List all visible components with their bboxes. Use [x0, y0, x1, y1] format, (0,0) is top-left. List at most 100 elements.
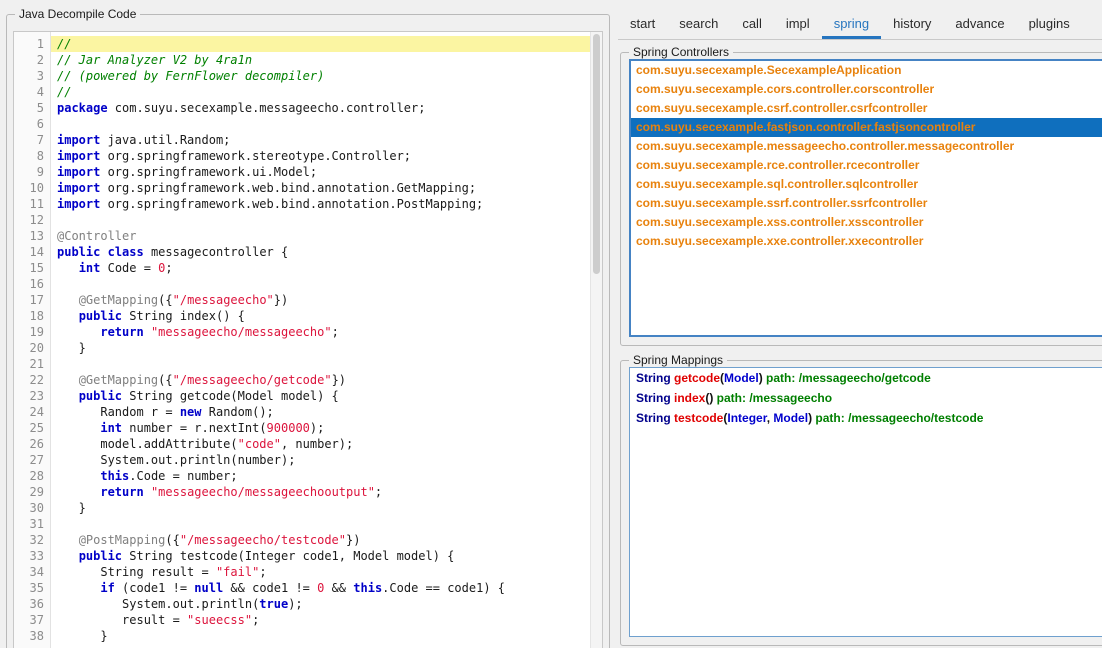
scrollbar-thumb[interactable] — [593, 34, 600, 274]
line-number: 29 — [29, 485, 44, 499]
decompile-panel-title: Java Decompile Code — [15, 7, 141, 22]
line-number: 28 — [29, 469, 44, 483]
code-line[interactable]: // (powered by FernFlower decompiler) — [51, 68, 602, 84]
line-number: 25 — [29, 421, 44, 435]
tab-history[interactable]: history — [881, 10, 943, 39]
code-line[interactable]: @GetMapping({"/messageecho/getcode"}) — [51, 372, 602, 388]
controller-list-item[interactable]: com.suyu.secexample.sql.controller.sqlco… — [631, 175, 1102, 194]
controller-list-item[interactable]: com.suyu.secexample.messageecho.controll… — [631, 137, 1102, 156]
mapping-list-item[interactable]: String getcode(Model) path: /messageecho… — [630, 368, 1102, 388]
code-line[interactable]: public class messagecontroller { — [51, 244, 602, 260]
code-line[interactable]: // — [51, 84, 602, 100]
line-number: 23 — [29, 389, 44, 403]
line-number: 8 — [36, 149, 44, 163]
line-number: 32 — [29, 533, 44, 547]
code-line[interactable]: } — [51, 500, 602, 516]
code-line[interactable]: } — [51, 628, 602, 644]
controller-list-item[interactable]: com.suyu.secexample.fastjson.controller.… — [631, 118, 1102, 137]
code-line[interactable]: import java.util.Random; — [51, 132, 602, 148]
line-number: 6 — [36, 117, 44, 131]
line-number: 18 — [29, 309, 44, 323]
line-number: 7 — [36, 133, 44, 147]
code-line[interactable]: int number = r.nextInt(900000); — [51, 420, 602, 436]
controller-list-item[interactable]: com.suyu.secexample.cors.controller.cors… — [631, 80, 1102, 99]
line-number: 30 — [29, 501, 44, 515]
line-number: 22 — [29, 373, 44, 387]
code-line[interactable]: public String getcode(Model model) { — [51, 388, 602, 404]
controller-list-item[interactable]: com.suyu.secexample.xxe.controller.xxeco… — [631, 232, 1102, 251]
code-line[interactable]: result = "sueecss"; — [51, 612, 602, 628]
tab-search[interactable]: search — [667, 10, 730, 39]
controller-list-item[interactable]: com.suyu.secexample.csrf.controller.csrf… — [631, 99, 1102, 118]
controller-list-item[interactable]: com.suyu.secexample.SecexampleApplicatio… — [631, 61, 1102, 80]
line-number: 36 — [29, 597, 44, 611]
code-line[interactable]: System.out.println(number); — [51, 452, 602, 468]
controller-list-item[interactable]: com.suyu.secexample.ssrf.controller.ssrf… — [631, 194, 1102, 213]
editor-vertical-scrollbar[interactable] — [590, 32, 602, 648]
tab-bar: start search call impl spring history advance p… — [618, 10, 1102, 40]
mapping-list-item[interactable]: String testcode(Integer, Model) path: /m… — [630, 408, 1102, 428]
code-editor[interactable]: 1 2 3 4 5 6 7 8 9 10 11 12 13 14 15 16 17 18 19 20 21 22 23 24 2… — [13, 31, 603, 648]
code-line[interactable]: import org.springframework.web.bind.anno… — [51, 180, 602, 196]
code-content[interactable]: //// Jar Analyzer V2 by 4ra1n// (powered… — [51, 32, 602, 648]
code-line[interactable]: return "messageecho/messageecho"; — [51, 324, 602, 340]
line-number: 37 — [29, 613, 44, 627]
code-line[interactable]: } — [51, 340, 602, 356]
code-line[interactable]: public String index() { — [51, 308, 602, 324]
tab-call[interactable]: call — [730, 10, 774, 39]
spring-mappings-panel: Spring Mappings String getcode(Model) pa… — [620, 353, 1102, 646]
line-number: 20 — [29, 341, 44, 355]
code-line[interactable]: int Code = 0; — [51, 260, 602, 276]
code-line[interactable]: if (code1 != null && code1 != 0 && this.… — [51, 580, 602, 596]
line-number: 16 — [29, 277, 44, 291]
code-line[interactable]: // — [51, 36, 602, 52]
line-number: 27 — [29, 453, 44, 467]
code-line[interactable]: String result = "fail"; — [51, 564, 602, 580]
line-number: 34 — [29, 565, 44, 579]
code-line[interactable]: public String testcode(Integer code1, Mo… — [51, 548, 602, 564]
tab-plugins[interactable]: plugins — [1017, 10, 1082, 39]
code-line[interactable] — [51, 116, 602, 132]
tab-spring[interactable]: spring — [821, 10, 882, 39]
code-line[interactable] — [51, 356, 602, 372]
line-number: 10 — [29, 181, 44, 195]
code-line[interactable]: @PostMapping({"/messageecho/testcode"}) — [51, 532, 602, 548]
spring-mappings-list[interactable]: String getcode(Model) path: /messageecho… — [629, 367, 1102, 637]
code-line[interactable]: import org.springframework.web.bind.anno… — [51, 196, 602, 212]
tab-advance[interactable]: advance — [943, 10, 1016, 39]
code-line[interactable]: import org.springframework.ui.Model; — [51, 164, 602, 180]
app-window: Java Decompile Code 1 2 3 4 5 6 7 8 9 10 11 12 13 14 1… — [0, 0, 1102, 648]
line-number: 33 — [29, 549, 44, 563]
code-line[interactable]: import org.springframework.stereotype.Co… — [51, 148, 602, 164]
code-line[interactable]: this.Code = number; — [51, 468, 602, 484]
code-line[interactable]: System.out.println(true); — [51, 596, 602, 612]
code-line[interactable]: model.addAttribute("code", number); — [51, 436, 602, 452]
code-line[interactable]: return "messageecho/messageechooutput"; — [51, 484, 602, 500]
code-line[interactable]: @Controller — [51, 228, 602, 244]
code-line[interactable] — [51, 516, 602, 532]
line-number-gutter: 1 2 3 4 5 6 7 8 9 10 11 12 13 14 15 16 17 18 19 20 21 22 23 24 2… — [14, 32, 51, 648]
code-line[interactable]: @GetMapping({"/messageecho"}) — [51, 292, 602, 308]
line-number: 1 — [36, 37, 44, 51]
line-number: 21 — [29, 357, 44, 371]
line-number: 14 — [29, 245, 44, 259]
controller-list-item[interactable]: com.suyu.secexample.rce.controller.rceco… — [631, 156, 1102, 175]
controller-list-item[interactable]: com.suyu.secexample.xss.controller.xssco… — [631, 213, 1102, 232]
code-line[interactable]: Random r = new Random(); — [51, 404, 602, 420]
line-number: 24 — [29, 405, 44, 419]
code-line[interactable]: // Jar Analyzer V2 by 4ra1n — [51, 52, 602, 68]
spring-controllers-list[interactable]: com.suyu.secexample.SecexampleApplicatio… — [629, 59, 1102, 337]
spring-mappings-title: Spring Mappings — [629, 353, 728, 368]
code-line[interactable] — [51, 276, 602, 292]
line-number: 12 — [29, 213, 44, 227]
code-line[interactable] — [51, 212, 602, 228]
tab-impl[interactable]: impl — [774, 10, 822, 39]
line-number: 19 — [29, 325, 44, 339]
decompile-panel: Java Decompile Code 1 2 3 4 5 6 7 8 9 10 11 12 13 14 1… — [6, 7, 610, 648]
mapping-list-item[interactable]: String index() path: /messageecho — [630, 388, 1102, 408]
line-number: 15 — [29, 261, 44, 275]
code-line[interactable]: package com.suyu.secexample.messageecho.… — [51, 100, 602, 116]
line-number: 17 — [29, 293, 44, 307]
line-number: 5 — [36, 101, 44, 115]
tab-start[interactable]: start — [618, 10, 667, 39]
